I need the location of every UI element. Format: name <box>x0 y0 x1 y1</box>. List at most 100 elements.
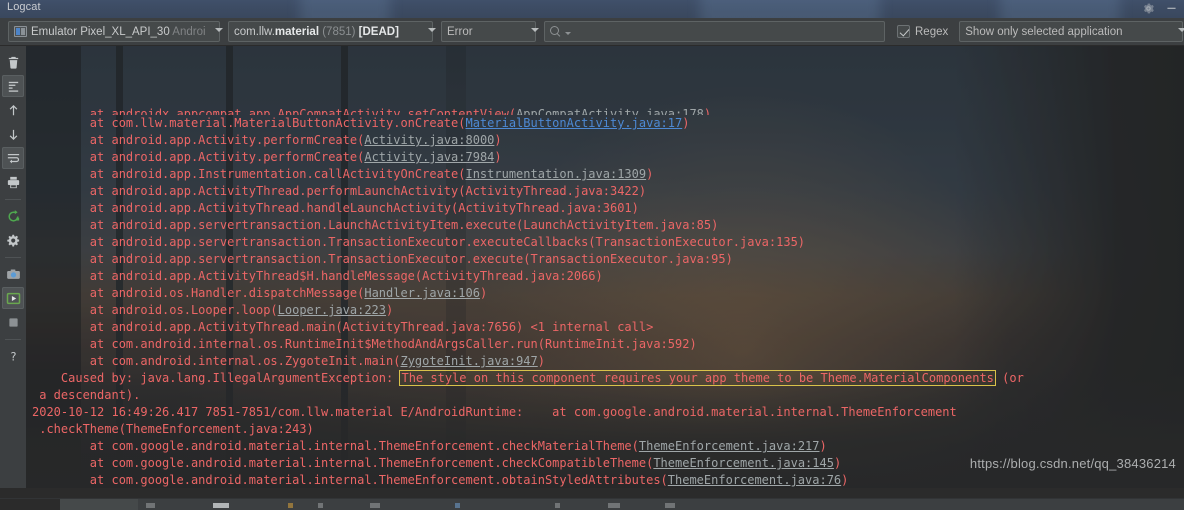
stacktrace-link[interactable]: ThemeEnforcement.java:217 <box>639 439 820 453</box>
log-line: at android.app.Instrumentation.callActiv… <box>32 167 654 181</box>
scroll-to-end-button[interactable] <box>2 75 24 97</box>
watermark-text: https://blog.csdn.net/qq_38436214 <box>969 456 1176 471</box>
log-line: Caused by: java.lang.IllegalArgumentExce… <box>32 370 1024 386</box>
svg-text:?: ? <box>10 350 16 363</box>
tool-window-bar[interactable] <box>0 498 1184 510</box>
tool-window-icon-8[interactable] <box>608 503 620 508</box>
filter-selector[interactable]: Show only selected application <box>959 21 1184 44</box>
stacktrace-link[interactable]: ThemeEnforcement.java:145 <box>653 456 834 470</box>
background-blur-2 <box>700 0 880 18</box>
soft-wrap-icon <box>7 153 19 163</box>
search-icon <box>550 25 562 38</box>
log-lines-container: at androidx.appcompat.app.AppCompatActiv… <box>26 46 1184 492</box>
log-level-label: Error <box>447 25 473 38</box>
scroll-end-icon <box>8 81 18 92</box>
print-button[interactable] <box>2 171 24 193</box>
process-selector-label: com.llw.material (7851) [DEAD] <box>234 25 399 38</box>
log-line: at android.app.servertransaction.LaunchA… <box>32 218 719 232</box>
background-blur-3 <box>1000 0 1120 18</box>
restart-icon <box>7 209 19 222</box>
stacktrace-link[interactable]: AppCompatActivity.java:178 <box>516 107 704 115</box>
tool-window-icon-9[interactable] <box>665 503 675 508</box>
stacktrace-link[interactable]: Instrumentation.java:1309 <box>465 167 646 181</box>
log-line: at android.app.ActivityThread.performLau… <box>32 184 647 198</box>
stacktrace-link[interactable]: Activity.java:7984 <box>364 150 494 164</box>
log-line: a descendant). <box>32 388 141 402</box>
regex-label: Regex <box>915 25 949 38</box>
log-line: .checkTheme(ThemeEnforcement.java:243) <box>32 422 314 436</box>
toolbar-divider <box>5 199 21 200</box>
tool-window-icon-7[interactable] <box>555 503 560 508</box>
arrow-down-icon <box>9 129 17 140</box>
logcat-output-panel[interactable]: at androidx.appcompat.app.AppCompatActiv… <box>26 46 1184 492</box>
highlighted-exception-message: The style on this component requires you… <box>399 370 996 386</box>
panel-bottom-gap <box>0 488 1184 498</box>
trash-icon <box>8 56 18 69</box>
toolbar-divider-3 <box>5 339 21 340</box>
gear-icon <box>6 234 19 246</box>
tool-window-icon-6[interactable] <box>455 503 460 508</box>
soft-wrap-button[interactable] <box>2 147 24 169</box>
log-line: at com.llw.material.MaterialButtonActivi… <box>32 116 690 130</box>
log-level-selector[interactable]: Error <box>441 21 539 44</box>
gear-icon[interactable] <box>1142 2 1155 15</box>
background-blur-1 <box>300 0 390 18</box>
stacktrace-link[interactable]: ZygoteInit.java:947 <box>400 354 537 368</box>
log-line: at com.android.internal.os.RuntimeInit$M… <box>32 337 697 351</box>
log-line: at com.google.android.material.internal.… <box>32 473 849 487</box>
log-line: at android.os.Looper.loop(Looper.java:22… <box>32 303 394 317</box>
help-button[interactable]: ? <box>2 345 24 367</box>
stacktrace-link[interactable]: MaterialButtonActivity.java:17 <box>465 116 682 130</box>
log-line: at android.app.servertransaction.Transac… <box>32 235 806 249</box>
log-line: at android.app.Activity.performCreate(Ac… <box>32 150 502 164</box>
regex-toggle[interactable]: Regex <box>897 25 948 38</box>
stop-button[interactable] <box>2 311 24 333</box>
log-line: at android.app.ActivityThread.main(Activ… <box>32 320 654 334</box>
previous-occurrence-button[interactable] <box>2 99 24 121</box>
stop-icon <box>8 317 18 327</box>
stacktrace-link[interactable]: Handler.java:106 <box>364 286 480 300</box>
log-line: at android.app.ActivityThread$H.handleMe… <box>32 269 603 283</box>
screen-record-icon <box>6 292 20 304</box>
regex-checkbox[interactable] <box>897 25 910 38</box>
tool-window-icon-3[interactable] <box>288 503 293 508</box>
tool-window-icon-5[interactable] <box>370 503 380 508</box>
device-icon <box>14 26 27 37</box>
filter-selector-label: Show only selected application <box>965 25 1123 38</box>
logcat-settings-button[interactable] <box>2 229 24 251</box>
log-line: at android.app.Activity.performCreate(Ac… <box>32 133 502 147</box>
stacktrace-link[interactable]: Looper.java:223 <box>278 303 386 317</box>
log-line: at android.app.ActivityThread.handleLaun… <box>32 201 639 215</box>
log-line: at com.google.android.material.internal.… <box>32 439 827 453</box>
stacktrace-link[interactable]: Activity.java:8000 <box>364 133 494 147</box>
screen-record-button[interactable] <box>2 287 24 309</box>
device-selector[interactable]: Emulator Pixel_XL_API_30 Androi <box>8 21 223 44</box>
clear-logcat-button[interactable] <box>2 51 24 73</box>
question-icon: ? <box>10 350 16 363</box>
tool-window-icon-2[interactable] <box>213 503 229 508</box>
tool-window-tab-1[interactable] <box>0 499 60 510</box>
printer-icon <box>7 176 19 188</box>
logcat-side-toolbar: ? <box>0 46 26 510</box>
logcat-toolbar: Emulator Pixel_XL_API_30 Androi com.llw.… <box>0 18 1184 46</box>
process-selector[interactable]: com.llw.material (7851) [DEAD] <box>228 21 436 44</box>
next-occurrence-button[interactable] <box>2 123 24 145</box>
log-line: at android.app.servertransaction.Transac… <box>32 252 733 266</box>
log-line: at com.android.internal.os.ZygoteInit.ma… <box>32 354 545 368</box>
window-title: Logcat <box>7 1 41 13</box>
restart-logcat-button[interactable] <box>2 205 24 227</box>
minimize-icon[interactable] <box>1165 2 1178 15</box>
tool-window-icon-1[interactable] <box>146 503 155 508</box>
log-line: 2020-10-12 16:49:26.417 7851-7851/com.ll… <box>32 405 957 419</box>
log-line: at androidx.appcompat.app.AppCompatActiv… <box>32 106 1184 115</box>
camera-icon <box>6 268 20 279</box>
arrow-up-icon <box>9 104 17 115</box>
tool-window-icon-4[interactable] <box>318 503 323 508</box>
search-input[interactable] <box>571 25 879 38</box>
stacktrace-link[interactable]: ThemeEnforcement.java:76 <box>668 473 841 487</box>
tool-window-tab-2[interactable] <box>60 499 138 510</box>
toolbar-divider-2 <box>5 257 21 258</box>
screenshot-button[interactable] <box>2 263 24 285</box>
device-selector-label: Emulator Pixel_XL_API_30 Androi <box>31 25 206 38</box>
search-field[interactable] <box>544 21 885 42</box>
